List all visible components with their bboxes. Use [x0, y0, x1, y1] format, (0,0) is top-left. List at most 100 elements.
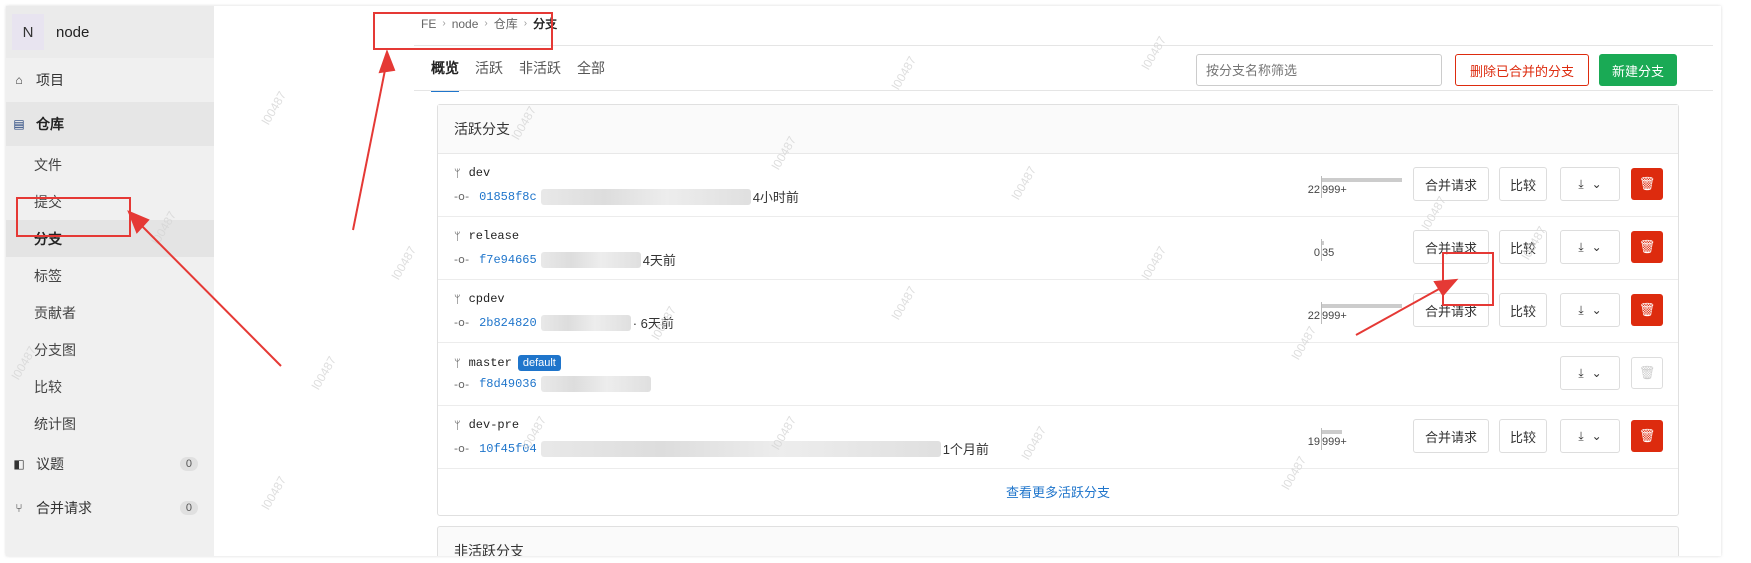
divider	[414, 90, 1713, 91]
tab-all[interactable]: 全部	[577, 58, 605, 92]
trash-icon: 🗑	[1638, 239, 1656, 254]
commit-sha[interactable]: f7e94665	[479, 253, 537, 267]
delete-branch-button[interactable]: 🗑	[1631, 231, 1663, 263]
download-icon: ⤓	[1578, 302, 1584, 317]
divergence-graph: 0 35	[1310, 239, 1400, 265]
download-icon: ⤓	[1578, 176, 1584, 191]
branch-name[interactable]: master	[469, 356, 512, 370]
annotation-box-delete	[1442, 252, 1494, 306]
sidebar-item-label: 议题	[36, 456, 64, 472]
sidebar-item-label: 合并请求	[36, 500, 92, 516]
download-icon: ⤓	[1578, 239, 1584, 254]
sidebar-item-repository[interactable]: ▤ 仓库	[6, 102, 214, 146]
show-more-active-link[interactable]: 查看更多活跃分支	[438, 469, 1678, 513]
download-icon: ⤓	[1578, 428, 1584, 443]
app-window: N node ⌂ 项目 ▤ 仓库 文件 提交 分支 标签 贡献者 分支图 比较 …	[6, 6, 1721, 556]
home-icon: ⌂	[15, 73, 23, 87]
branch-filter-input[interactable]	[1196, 54, 1442, 86]
branch-name-cell: ᛘ dev-pre	[454, 418, 519, 432]
commit-sha[interactable]: 2b824820	[479, 316, 537, 330]
commits-behind: 0	[1313, 247, 1320, 259]
commit-sha[interactable]: f8d49036	[479, 377, 537, 391]
blurred-commit-message	[540, 188, 751, 205]
divergence-graph: 19 999+	[1308, 428, 1400, 454]
download-dropdown[interactable]: ⤓ ⌄	[1560, 230, 1620, 264]
download-dropdown[interactable]: ⤓ ⌄	[1560, 167, 1620, 201]
sidebar-item-project[interactable]: ⌂ 项目	[6, 58, 214, 102]
project-header[interactable]: N node	[6, 6, 214, 58]
compare-button[interactable]: 比较	[1499, 167, 1547, 201]
commits-ahead: 999+	[1322, 310, 1347, 322]
ahead-bar	[1322, 178, 1402, 182]
divider	[414, 45, 1713, 46]
commit-info: -o- 01858f8c 4小时前	[454, 187, 799, 206]
active-branches-card: 活跃分支 ᛘ dev -o- 01858f8c 4小时前 22 999+ 合并请求 比较 ⤓ ⌄ 🗑 ᛘ…	[437, 104, 1679, 516]
sidebar-item-merge-requests[interactable]: ⑂ 合并请求 0	[6, 486, 214, 530]
chevron-down-icon: ⌄	[1591, 303, 1602, 317]
compare-button[interactable]: 比较	[1499, 419, 1547, 453]
sidebar-sub-charts[interactable]: 统计图	[6, 405, 214, 442]
sidebar-sub-tags[interactable]: 标签	[6, 257, 214, 294]
trash-icon: 🗑	[1638, 365, 1656, 380]
download-dropdown[interactable]: ⤓ ⌄	[1560, 356, 1620, 390]
delete-branch-button: 🗑	[1631, 357, 1663, 389]
merge-request-button[interactable]: 合并请求	[1413, 419, 1489, 453]
commit-info: -o- 2b824820 · 6天前	[454, 313, 674, 332]
delete-branch-button[interactable]: 🗑	[1631, 294, 1663, 326]
delete-merged-branches-button[interactable]: 删除已合并的分支	[1455, 54, 1589, 86]
project-name: node	[56, 23, 90, 41]
default-badge: default	[517, 355, 561, 371]
stale-branches-card: 非活跃分支	[437, 526, 1679, 556]
sidebar-sub-files[interactable]: 文件	[6, 146, 214, 183]
branch-name[interactable]: cpdev	[469, 292, 505, 306]
commits-ahead: 999+	[1322, 184, 1347, 196]
branch-icon: ᛘ	[454, 356, 461, 370]
delete-branch-button[interactable]: 🗑	[1631, 420, 1663, 452]
branch-name[interactable]: dev	[469, 166, 491, 180]
commit-sha[interactable]: 01858f8c	[479, 190, 537, 204]
trash-icon: 🗑	[1638, 428, 1656, 443]
blurred-commit-message	[540, 376, 651, 392]
chevron-down-icon: ⌄	[1591, 177, 1602, 191]
commit-info: -o-f7e94665 4天前	[454, 250, 676, 269]
commit-icon: -o-	[454, 377, 470, 391]
delete-branch-button[interactable]: 🗑	[1631, 168, 1663, 200]
commits-behind: 22	[1307, 310, 1320, 322]
ahead-bar	[1322, 304, 1402, 308]
branch-icon: ᛘ	[454, 166, 461, 180]
merge-request-button[interactable]: 合并请求	[1413, 167, 1489, 201]
download-dropdown[interactable]: ⤓ ⌄	[1560, 293, 1620, 327]
sidebar-sub-compare[interactable]: 比较	[6, 368, 214, 405]
blurred-commit-message	[540, 314, 631, 331]
branch-icon: ᛘ	[454, 418, 461, 432]
chevron-down-icon: ⌄	[1591, 240, 1602, 254]
download-dropdown[interactable]: ⤓ ⌄	[1560, 419, 1620, 453]
branch-name[interactable]: release	[469, 229, 519, 243]
tab-overview[interactable]: 概览	[431, 58, 459, 92]
tab-stale[interactable]: 非活跃	[519, 58, 561, 92]
commit-time: 1个月前	[942, 442, 989, 457]
branch-name[interactable]: dev-pre	[469, 418, 519, 432]
branch-name-cell: ᛘ cpdev	[454, 292, 505, 306]
project-avatar: N	[12, 14, 44, 50]
main-content: FE › node › 仓库 › 分支 概览 活跃 非活跃 全部 删除已合并的分…	[214, 6, 1721, 556]
branch-name-cell: ᛘ dev	[454, 166, 490, 180]
ahead-bar	[1322, 241, 1324, 245]
document-icon: ▤	[13, 117, 25, 131]
issues-icon: ◧	[13, 457, 25, 471]
commit-icon: -o-	[454, 442, 470, 455]
compare-button[interactable]: 比较	[1499, 293, 1547, 327]
sidebar-item-issues[interactable]: ◧ 议题 0	[6, 442, 214, 486]
annotation-box-branches	[16, 197, 131, 237]
commit-time: 4天前	[642, 253, 676, 268]
commit-icon: -o-	[454, 253, 470, 266]
branch-row: ᛘ dev-pre -o- 10f45f04 1个月前 19 999+ 合并请求 比较 ⤓ ⌄ 🗑	[438, 406, 1678, 469]
sidebar-item-label: 项目	[36, 72, 64, 88]
divergence-graph: 22 999+	[1307, 302, 1402, 328]
new-branch-button[interactable]: 新建分支	[1599, 54, 1677, 86]
branch-name-cell: ᛘ release	[454, 229, 519, 243]
commit-time: 4小时前	[752, 190, 799, 205]
sidebar-sub-contributors[interactable]: 贡献者	[6, 294, 214, 331]
commit-info: -o-f8d49036	[454, 376, 653, 392]
tab-active[interactable]: 活跃	[475, 58, 503, 92]
